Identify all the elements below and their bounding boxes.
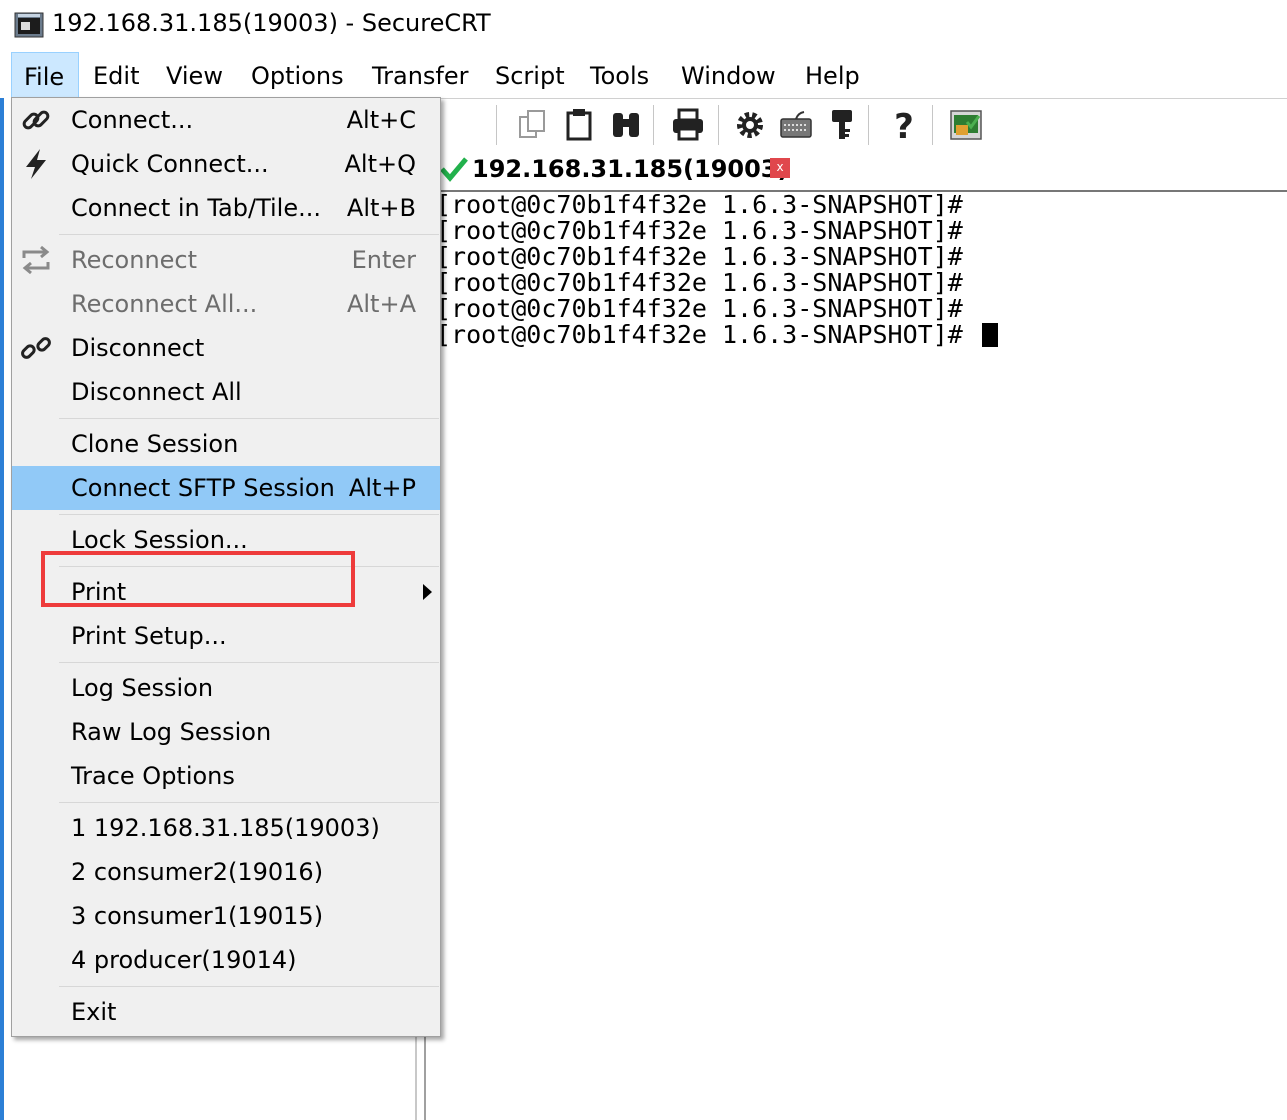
menu-item-connect-sftp-session[interactable]: Connect SFTP Session Alt+P (12, 466, 440, 510)
menu-transfer[interactable]: Transfer (372, 52, 469, 98)
toolbar-separator (718, 105, 719, 145)
menu-item-log-session[interactable]: Log Session (12, 666, 440, 710)
menu-view[interactable]: View (166, 52, 223, 98)
print-icon[interactable] (670, 107, 706, 143)
terminal-line: [root@0c70b1f4f32e 1.6.3-SNAPSHOT]# (436, 268, 963, 297)
menu-tools[interactable]: Tools (590, 52, 649, 98)
menu-separator (59, 234, 439, 235)
menu-item-trace-options[interactable]: Trace Options (12, 754, 440, 798)
menu-script[interactable]: Script (495, 52, 565, 98)
submenu-arrow-icon (423, 584, 432, 600)
menu-item-clone-session[interactable]: Clone Session (12, 422, 440, 466)
terminal-prompt: [root@0c70b1f4f32e 1.6.3-SNAPSHOT]# (436, 320, 978, 349)
window-title: 192.168.31.185(19003) - SecureCRT (52, 9, 491, 37)
file-menu-dropdown: Connect... Alt+C Quick Connect... Alt+Q … (11, 97, 441, 1037)
menu-item-recent-session-4[interactable]: 4 producer(19014) (12, 938, 440, 982)
terminal-line: [root@0c70b1f4f32e 1.6.3-SNAPSHOT]# (436, 190, 963, 219)
terminal-prompt-line: [root@0c70b1f4f32e 1.6.3-SNAPSHOT]# (436, 322, 998, 348)
menu-options[interactable]: Options (251, 52, 344, 98)
terminal-line: [root@0c70b1f4f32e 1.6.3-SNAPSHOT]# (436, 216, 963, 245)
terminal-line: [root@0c70b1f4f32e 1.6.3-SNAPSHOT]# (436, 294, 963, 323)
menu-edit[interactable]: Edit (93, 52, 139, 98)
menu-item-exit[interactable]: Exit (12, 990, 440, 1034)
menu-item-raw-log-session[interactable]: Raw Log Session (12, 710, 440, 754)
sftp-icon[interactable] (948, 107, 984, 143)
menu-bar: File Edit View Options Transfer Script T… (0, 52, 1287, 98)
find-icon[interactable] (608, 107, 644, 143)
session-tab-bar: 192.168.31.185(19003) x (440, 150, 1287, 192)
menu-separator (59, 662, 439, 663)
menu-separator (59, 986, 439, 987)
tab-label: 192.168.31.185(19003) (472, 155, 789, 183)
terminal-view[interactable]: [root@0c70b1f4f32e 1.6.3-SNAPSHOT]# [roo… (436, 192, 1287, 1120)
title-bar: 192.168.31.185(19003) - SecureCRT (0, 0, 1287, 52)
menu-item-connect-in-tab[interactable]: Connect in Tab/Tile... Alt+B (12, 186, 440, 230)
menu-item-recent-session-1[interactable]: 1 192.168.31.185(19003) (12, 806, 440, 850)
toolbar-separator (653, 105, 654, 145)
securecrt-app-icon (14, 12, 44, 38)
lightning-icon (26, 149, 46, 179)
toolbar: ? (440, 98, 1287, 151)
menu-item-disconnect-all[interactable]: Disconnect All (12, 370, 440, 414)
paste-icon[interactable] (562, 107, 598, 143)
connected-check-icon (440, 157, 468, 182)
menu-item-disconnect[interactable]: Disconnect (12, 326, 440, 370)
menu-item-connect[interactable]: Connect... Alt+C (12, 98, 440, 142)
annotation-highlight-box (41, 551, 355, 607)
terminal-line: [root@0c70b1f4f32e 1.6.3-SNAPSHOT]# (436, 242, 963, 271)
menu-help[interactable]: Help (805, 52, 860, 98)
copy-icon[interactable] (516, 107, 552, 143)
menu-separator (59, 418, 439, 419)
panel-divider[interactable] (415, 1036, 417, 1120)
menu-item-recent-session-3[interactable]: 3 consumer1(19015) (12, 894, 440, 938)
menu-item-print-setup[interactable]: Print Setup... (12, 614, 440, 658)
session-tab[interactable]: 192.168.31.185(19003) x (440, 152, 800, 188)
menu-separator (59, 802, 439, 803)
toolbar-separator (932, 105, 933, 145)
reconnect-icon (22, 245, 50, 275)
broken-link-icon (21, 337, 51, 359)
menu-separator (59, 514, 439, 515)
toolbar-separator (868, 105, 869, 145)
key-icon[interactable] (824, 107, 860, 143)
help-icon[interactable]: ? (886, 107, 922, 143)
svg-text:?: ? (894, 107, 914, 143)
toolbar-separator (496, 105, 497, 145)
menu-window[interactable]: Window (681, 52, 776, 98)
menu-item-reconnect[interactable]: Reconnect Enter (12, 238, 440, 282)
keymap-icon[interactable] (778, 107, 814, 143)
settings-icon[interactable] (732, 107, 768, 143)
link-icon (22, 110, 50, 130)
menu-item-recent-session-2[interactable]: 2 consumer2(19016) (12, 850, 440, 894)
menu-file[interactable]: File (11, 52, 79, 98)
panel-splitter[interactable] (424, 1036, 426, 1120)
menu-item-quick-connect[interactable]: Quick Connect... Alt+Q (12, 142, 440, 186)
tab-close-icon[interactable]: x (770, 158, 790, 178)
terminal-cursor (981, 323, 998, 347)
menu-item-reconnect-all[interactable]: Reconnect All... Alt+A (12, 282, 440, 326)
